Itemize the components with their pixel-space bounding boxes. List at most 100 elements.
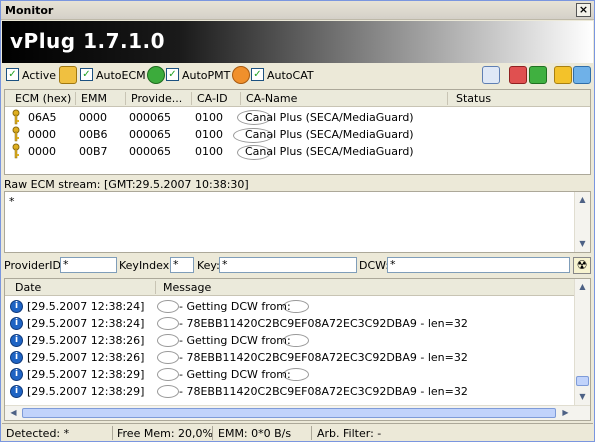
banner-title: vPlug 1.7.1.0 — [10, 29, 166, 53]
status-arb-filter: Arb. Filter: - — [317, 427, 382, 440]
log-date: [29.5.2007 12:38:26] — [27, 334, 145, 347]
log-date: [29.5.2007 12:38:26] — [27, 351, 145, 364]
pmt-icon[interactable] — [147, 66, 165, 84]
scroll-down-button[interactable]: ▼ — [575, 389, 590, 405]
log-horizontal-scrollbar[interactable]: ◀ ▶ — [5, 405, 590, 420]
col-divider[interactable] — [125, 92, 126, 105]
info-icon: i — [10, 351, 23, 364]
col-caid[interactable]: CA-ID — [197, 92, 228, 105]
log-message: - Getting DCW from: — [179, 334, 291, 347]
status-divider — [112, 426, 113, 440]
redaction-scribble — [157, 317, 179, 330]
raw-ecm-label: Raw ECM stream: [GMT:29.5.2007 10:38:30] — [4, 178, 249, 191]
database-icon[interactable] — [573, 66, 591, 84]
col-provider[interactable]: Provide... — [131, 92, 182, 105]
banner: vPlug 1.7.1.0 — [2, 21, 593, 63]
gear-icon[interactable] — [554, 66, 572, 84]
key-icon — [12, 143, 20, 159]
scroll-right-button[interactable]: ▶ — [558, 405, 573, 421]
key-field[interactable]: * — [219, 257, 357, 273]
autocat-checkbox[interactable]: ✓ — [251, 68, 264, 81]
active-label: Active — [22, 69, 57, 82]
autopmt-checkbox[interactable]: ✓ — [166, 68, 179, 81]
redaction-scribble — [283, 300, 309, 313]
settings-icon[interactable] — [482, 66, 500, 84]
caid-cell: 0100 — [195, 145, 223, 158]
scroll-thumb[interactable] — [22, 408, 556, 418]
col-caname[interactable]: CA-Name — [246, 92, 297, 105]
log-message: - Getting DCW from: — [179, 368, 291, 381]
red-pen-icon[interactable] — [509, 66, 527, 84]
ecm-row[interactable]: 0000 00B6 000065 0100 Canal Plus (SECA/M… — [5, 126, 590, 143]
col-divider[interactable] — [75, 92, 76, 105]
scroll-up-button[interactable]: ▲ — [575, 192, 590, 208]
log-message: - 78EBB11420C2BC9EF08A72EC3C92DBA9 - len… — [179, 351, 468, 364]
key-icon — [12, 126, 20, 142]
title-bar[interactable]: Monitor × — [1, 1, 594, 20]
log-row[interactable]: i [29.5.2007 12:38:24] - 78EBB11420C2BC9… — [5, 315, 575, 332]
log-vertical-scrollbar[interactable]: ▲ ▼ — [574, 279, 590, 405]
log-date: [29.5.2007 12:38:24] — [27, 317, 145, 330]
scroll-left-button[interactable]: ◀ — [6, 405, 21, 421]
window-title: Monitor — [5, 4, 54, 17]
dcw-field[interactable]: * — [387, 257, 570, 273]
log-header: Date Message — [5, 279, 575, 296]
log-date: [29.5.2007 12:38:24] — [27, 300, 145, 313]
provider-id-label: ProviderID: — [4, 259, 65, 272]
col-divider[interactable] — [240, 92, 241, 105]
info-icon: i — [10, 385, 23, 398]
keyindex-field[interactable]: * — [170, 257, 194, 273]
redaction-scribble — [237, 110, 271, 125]
log-row[interactable]: i [29.5.2007 12:38:26] - 78EBB11420C2BC9… — [5, 349, 575, 366]
provider-cell: 000065 — [129, 111, 171, 124]
caid-cell: 0100 — [195, 111, 223, 124]
scroll-thumb[interactable] — [576, 376, 589, 386]
status-divider — [212, 426, 213, 440]
col-status[interactable]: Status — [456, 92, 491, 105]
close-button[interactable]: × — [576, 3, 591, 17]
log-date: [29.5.2007 12:38:29] — [27, 368, 145, 381]
redaction-scribble — [283, 368, 309, 381]
emm-cell: 00B7 — [79, 145, 108, 158]
col-emm[interactable]: EMM — [81, 92, 107, 105]
provider-id-field[interactable]: * — [60, 257, 117, 273]
cat-icon[interactable] — [232, 66, 250, 84]
col-divider[interactable] — [155, 281, 156, 294]
col-ecm[interactable]: ECM (hex) — [15, 92, 71, 105]
key-label: Key: — [197, 259, 220, 272]
autoecm-label: AutoECM — [96, 69, 146, 82]
monitor-window: Monitor × vPlug 1.7.1.0 ✓ Active ✓ AutoE… — [0, 0, 595, 442]
keyindex-label: KeyIndex: — [119, 259, 173, 272]
status-bar: Detected: * Free Mem: 20,0% EMM: 0*0 B/s… — [2, 423, 593, 441]
ecm-row[interactable]: 0000 00B7 000065 0100 Canal Plus (SECA/M… — [5, 143, 590, 160]
provider-cell: 000065 — [129, 128, 171, 141]
scroll-up-button[interactable]: ▲ — [575, 279, 590, 295]
col-divider[interactable] — [191, 92, 192, 105]
ecm-cell: 0000 — [28, 128, 56, 141]
col-divider[interactable] — [447, 92, 448, 105]
autoecm-checkbox[interactable]: ✓ — [80, 68, 93, 81]
ecm-table: ECM (hex) EMM Provide... CA-ID CA-Name S… — [4, 89, 591, 175]
info-icon: i — [10, 300, 23, 313]
radiation-icon[interactable]: ☢ — [573, 257, 591, 274]
status-detected: Detected: * — [6, 427, 70, 440]
info-icon: i — [10, 334, 23, 347]
redaction-scribble — [157, 368, 179, 381]
active-checkbox[interactable]: ✓ — [6, 68, 19, 81]
ecm-row[interactable]: 06A5 0000 000065 0100 Canal Plus (SECA/M… — [5, 109, 590, 126]
log-message: - 78EBB11420C2BC9EF08A72EC3C92DBA9 - len… — [179, 317, 468, 330]
raw-ecm-scrollbar[interactable]: ▲ ▼ — [574, 192, 590, 252]
green-pen-icon[interactable] — [529, 66, 547, 84]
log-list: Date Message i [29.5.2007 12:38:24] - Ge… — [4, 278, 591, 421]
info-icon: i — [10, 368, 23, 381]
ecm-cell: 0000 — [28, 145, 56, 158]
scroll-down-button[interactable]: ▼ — [575, 236, 590, 252]
col-message[interactable]: Message — [163, 281, 211, 294]
pencil-icon[interactable] — [59, 66, 77, 84]
col-date[interactable]: Date — [15, 281, 41, 294]
status-emm: EMM: 0*0 B/s — [218, 427, 292, 440]
log-row[interactable]: i [29.5.2007 12:38:29] - 78EBB11420C2BC9… — [5, 383, 575, 400]
redaction-scribble — [237, 145, 271, 160]
raw-ecm-textarea[interactable]: * ▲ ▼ — [4, 191, 591, 253]
emm-cell: 00B6 — [79, 128, 108, 141]
